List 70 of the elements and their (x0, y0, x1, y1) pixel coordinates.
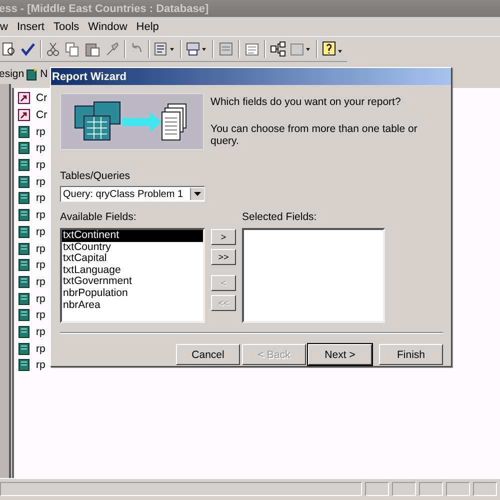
shortcut-icon (18, 92, 30, 104)
object-name[interactable]: rp (36, 309, 46, 322)
move-button[interactable]: > (211, 229, 236, 245)
report-icon (18, 342, 30, 355)
menu-item[interactable]: Insert (16, 20, 44, 32)
paste-icon[interactable] (84, 41, 100, 57)
object-name[interactable]: rp (36, 326, 46, 338)
wizard-button[interactable]: Finish (379, 344, 443, 365)
report-icon (18, 242, 30, 255)
print-preview-icon[interactable] (2, 41, 16, 57)
report-icon (18, 226, 30, 238)
object-name[interactable]: rp (36, 142, 46, 154)
field-item[interactable]: txtLanguage (62, 264, 203, 276)
report-icon (18, 359, 30, 372)
object-name[interactable]: rp (36, 126, 46, 138)
object-name[interactable]: rp (36, 292, 46, 305)
question-text: Which fields do you want on your report? (210, 96, 402, 108)
menu-item[interactable]: w (0, 20, 8, 32)
help-icon[interactable] (322, 41, 344, 57)
relationships-icon[interactable] (270, 41, 286, 57)
object-name[interactable]: rp (36, 226, 46, 238)
report-icon (18, 276, 30, 288)
format-painter-icon[interactable] (104, 41, 120, 57)
report-icon (18, 309, 30, 322)
object-name[interactable]: rp (36, 159, 46, 172)
object-name[interactable]: rp (36, 259, 46, 272)
tables-queries-dropdown[interactable]: Query: qryClass Problem 1 (60, 186, 205, 202)
field-item[interactable]: txtContinent (62, 230, 203, 242)
report-icon (18, 209, 30, 222)
office-links-icon[interactable] (154, 41, 176, 57)
field-item[interactable]: nbrArea (62, 300, 203, 312)
field-item[interactable]: txtCapital (62, 253, 203, 265)
menu-item[interactable]: Window (88, 20, 128, 32)
new-report-icon[interactable] (26, 68, 38, 80)
wizard-button[interactable]: Cancel (176, 344, 240, 365)
move-button[interactable]: >> (211, 249, 236, 265)
object-name[interactable]: Cr (36, 109, 48, 122)
field-item[interactable]: txtCountry (62, 242, 203, 254)
object-name[interactable]: rp (36, 276, 46, 288)
report-icon (18, 292, 30, 305)
field-item[interactable]: txtGovernment (62, 276, 203, 288)
properties-icon[interactable] (244, 41, 260, 57)
object-name[interactable]: rp (36, 176, 46, 188)
object-name[interactable]: rp (36, 209, 46, 222)
report-icon (18, 259, 30, 272)
menu-item[interactable]: Help (136, 20, 159, 32)
copy-icon[interactable] (64, 41, 80, 57)
menu-item[interactable]: Tools (53, 20, 80, 32)
shortcut-icon (18, 109, 30, 122)
object-name[interactable]: rp (36, 359, 46, 372)
selected-fields-label: Selected Fields: (242, 211, 318, 223)
object-name[interactable]: Cr (36, 92, 48, 104)
tables-queries-label: Tables/Queries (60, 170, 132, 182)
new-button[interactable]: N (40, 68, 48, 80)
report-icon (18, 176, 30, 188)
report-icon (18, 142, 30, 154)
spelling-icon[interactable] (20, 41, 36, 57)
object-name[interactable]: rp (36, 342, 46, 355)
object-name[interactable]: rp (36, 192, 46, 204)
hint-text: You can choose from more than one table or query. (210, 123, 418, 147)
report-icon (18, 126, 30, 138)
dialog-title: Report Wizard (52, 70, 126, 82)
wizard-button[interactable]: Next > (308, 344, 372, 365)
field-item[interactable]: nbrPopulation (62, 288, 203, 300)
report-icon (18, 192, 30, 204)
cut-icon[interactable] (46, 41, 60, 57)
report-icon (18, 326, 30, 338)
report-icon (18, 159, 30, 172)
object-name[interactable]: rp (36, 242, 46, 255)
available-fields-label: Available Fields: (60, 211, 138, 223)
